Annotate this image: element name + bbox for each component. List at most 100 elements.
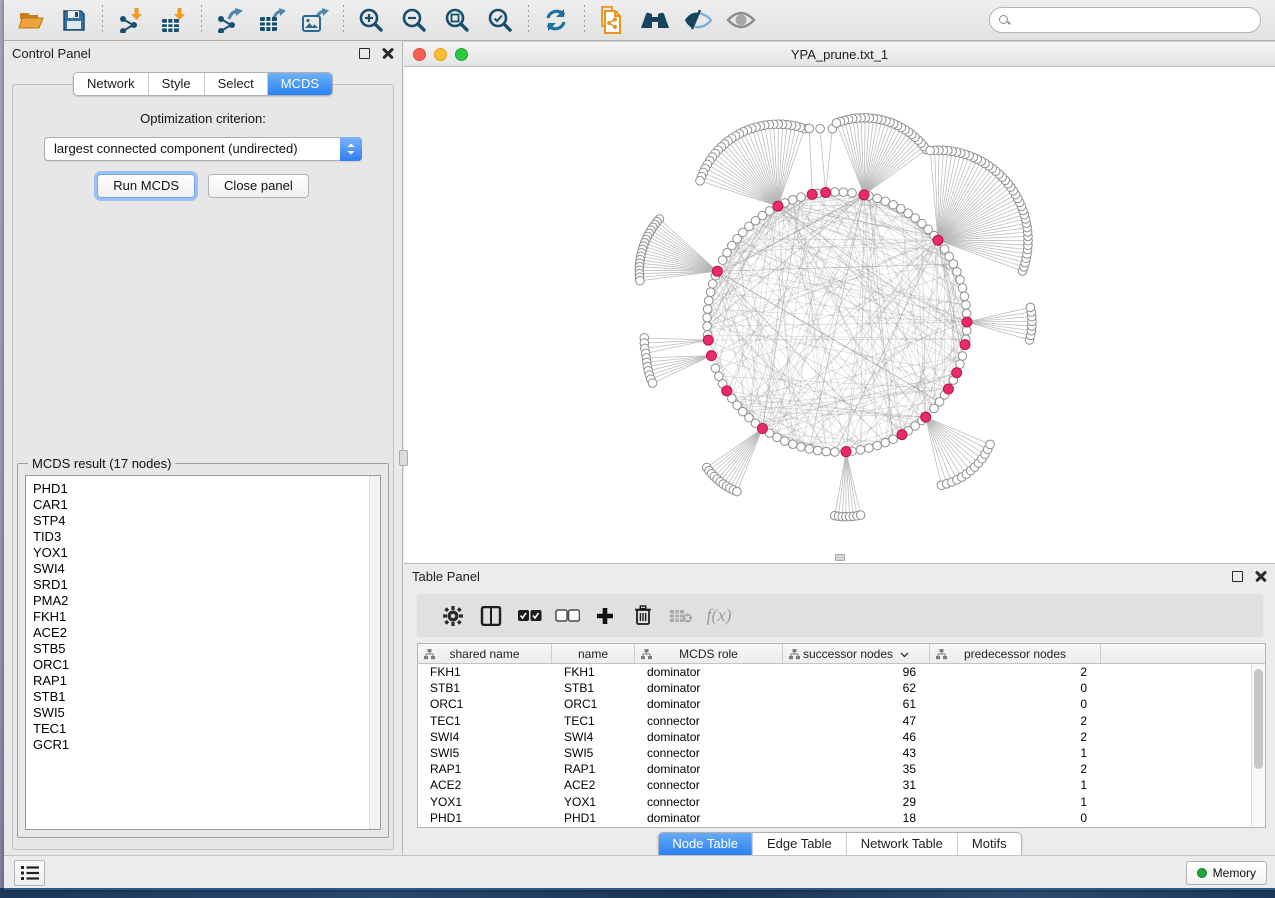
tab-node-table[interactable]: Node Table — [658, 833, 752, 855]
column-header-name[interactable]: name — [552, 644, 635, 663]
zoom-in-button[interactable] — [354, 4, 388, 36]
canvas-splitter-handle[interactable] — [835, 554, 845, 561]
column-header-predecessor-nodes[interactable]: predecessor nodes — [930, 644, 1101, 663]
leaf-node[interactable] — [816, 124, 825, 133]
network-node[interactable] — [711, 364, 720, 373]
table-cell[interactable]: RAP1 — [418, 762, 552, 776]
network-from-document-button[interactable] — [595, 4, 629, 36]
import-network-button[interactable] — [113, 4, 147, 36]
leaf-node[interactable] — [733, 487, 742, 496]
table-cell[interactable]: 1 — [930, 778, 1101, 792]
window-close-traffic-light[interactable] — [413, 48, 426, 61]
mcds-result-item[interactable]: SWI4 — [33, 561, 380, 577]
mcds-hub-node[interactable] — [952, 368, 962, 378]
table-cell[interactable]: 96 — [783, 665, 930, 679]
table-cell[interactable]: 0 — [930, 681, 1101, 695]
mcds-hub-node[interactable] — [921, 412, 931, 422]
network-node[interactable] — [831, 188, 840, 197]
table-cell[interactable]: SWI5 — [418, 746, 552, 760]
table-row[interactable]: YOX1YOX1connector291 — [418, 794, 1265, 810]
export-table-button[interactable] — [255, 4, 289, 36]
table-cell[interactable]: 29 — [783, 795, 930, 809]
mcds-result-item[interactable]: SWI5 — [33, 705, 380, 721]
table-cell[interactable]: 2 — [930, 714, 1101, 728]
tab-edge-table[interactable]: Edge Table — [752, 833, 846, 855]
mcds-hub-node[interactable] — [841, 447, 851, 457]
network-node[interactable] — [881, 438, 890, 447]
table-scrollbar-thumb[interactable] — [1254, 669, 1263, 769]
network-node[interactable] — [960, 292, 969, 301]
export-network-button[interactable] — [212, 4, 246, 36]
mcds-hub-node[interactable] — [703, 335, 713, 345]
network-node[interactable] — [831, 448, 840, 457]
mcds-result-item[interactable]: YOX1 — [33, 545, 380, 561]
table-cell[interactable]: connector — [635, 714, 783, 728]
leaf-node[interactable] — [648, 379, 657, 388]
leaf-node[interactable] — [696, 177, 705, 186]
search-input[interactable] — [1015, 10, 1260, 30]
mcds-hub-node[interactable] — [962, 317, 972, 327]
mcds-result-item[interactable]: ACE2 — [33, 625, 380, 641]
tab-select[interactable]: Select — [204, 73, 267, 95]
tab-network[interactable]: Network — [74, 73, 148, 95]
mcds-result-item[interactable]: STB1 — [33, 689, 380, 705]
float-panel-icon[interactable] — [359, 48, 370, 59]
network-node[interactable] — [889, 435, 898, 444]
table-cell[interactable]: SWI5 — [552, 746, 635, 760]
table-cell[interactable]: 43 — [783, 746, 930, 760]
network-node[interactable] — [718, 256, 727, 265]
table-settings-gear-button[interactable] — [434, 599, 472, 633]
network-node[interactable] — [956, 360, 965, 369]
table-cell[interactable]: dominator — [635, 762, 783, 776]
table-row[interactable]: ACE2ACE2connector311 — [418, 777, 1265, 793]
table-cell[interactable]: 2 — [930, 665, 1101, 679]
mcds-hub-node[interactable] — [933, 235, 943, 245]
table-cell[interactable]: TEC1 — [418, 714, 552, 728]
table-scrollbar[interactable] — [1251, 664, 1265, 827]
network-node[interactable] — [708, 280, 717, 289]
mcds-hub-node[interactable] — [943, 384, 953, 394]
table-cell[interactable]: 1 — [930, 746, 1101, 760]
table-cell[interactable]: dominator — [635, 697, 783, 711]
leaf-node[interactable] — [805, 124, 814, 133]
table-row[interactable]: SWI5SWI5connector431 — [418, 745, 1265, 761]
mcds-result-item[interactable]: TID3 — [33, 529, 380, 545]
deselect-all-button[interactable] — [548, 599, 586, 633]
mcds-result-scrollbar[interactable] — [369, 476, 380, 829]
network-node[interactable] — [889, 200, 898, 209]
import-table-button[interactable] — [156, 4, 190, 36]
mcds-result-item[interactable]: GCR1 — [33, 737, 380, 753]
mcds-result-item[interactable]: FKH1 — [33, 609, 380, 625]
table-cell[interactable]: connector — [635, 746, 783, 760]
tab-style[interactable]: Style — [148, 73, 204, 95]
tab-mcds[interactable]: MCDS — [267, 73, 332, 95]
table-cell[interactable]: FKH1 — [552, 665, 635, 679]
leaf-node[interactable] — [986, 440, 995, 449]
table-cell[interactable]: 46 — [783, 730, 930, 744]
float-table-panel-icon[interactable] — [1232, 571, 1243, 582]
criterion-dropdown[interactable]: largest connected component (undirected) — [44, 137, 362, 161]
mcds-result-item[interactable]: ORC1 — [33, 657, 380, 673]
table-cell[interactable]: 35 — [783, 762, 930, 776]
column-header-shared-name[interactable]: shared name — [418, 644, 552, 663]
table-cell[interactable]: ORC1 — [418, 697, 552, 711]
network-node[interactable] — [881, 197, 890, 206]
leaf-node[interactable] — [636, 276, 645, 285]
close-panel-icon[interactable] — [382, 47, 394, 59]
network-node[interactable] — [865, 444, 874, 453]
mcds-hub-node[interactable] — [897, 430, 907, 440]
network-node[interactable] — [703, 305, 712, 314]
mcds-hub-node[interactable] — [712, 266, 722, 276]
table-cell[interactable]: dominator — [635, 730, 783, 744]
table-row[interactable]: ORC1ORC1dominator610 — [418, 696, 1265, 712]
mcds-hub-node[interactable] — [757, 423, 767, 433]
network-node[interactable] — [822, 447, 831, 456]
table-row[interactable]: TEC1TEC1connector472 — [418, 713, 1265, 729]
network-node[interactable] — [940, 245, 949, 254]
table-cell[interactable]: 0 — [930, 811, 1101, 825]
mcds-hub-node[interactable] — [706, 351, 716, 361]
network-node[interactable] — [813, 446, 822, 455]
network-node[interactable] — [956, 275, 965, 284]
table-cell[interactable]: 61 — [783, 697, 930, 711]
network-node[interactable] — [797, 193, 806, 202]
